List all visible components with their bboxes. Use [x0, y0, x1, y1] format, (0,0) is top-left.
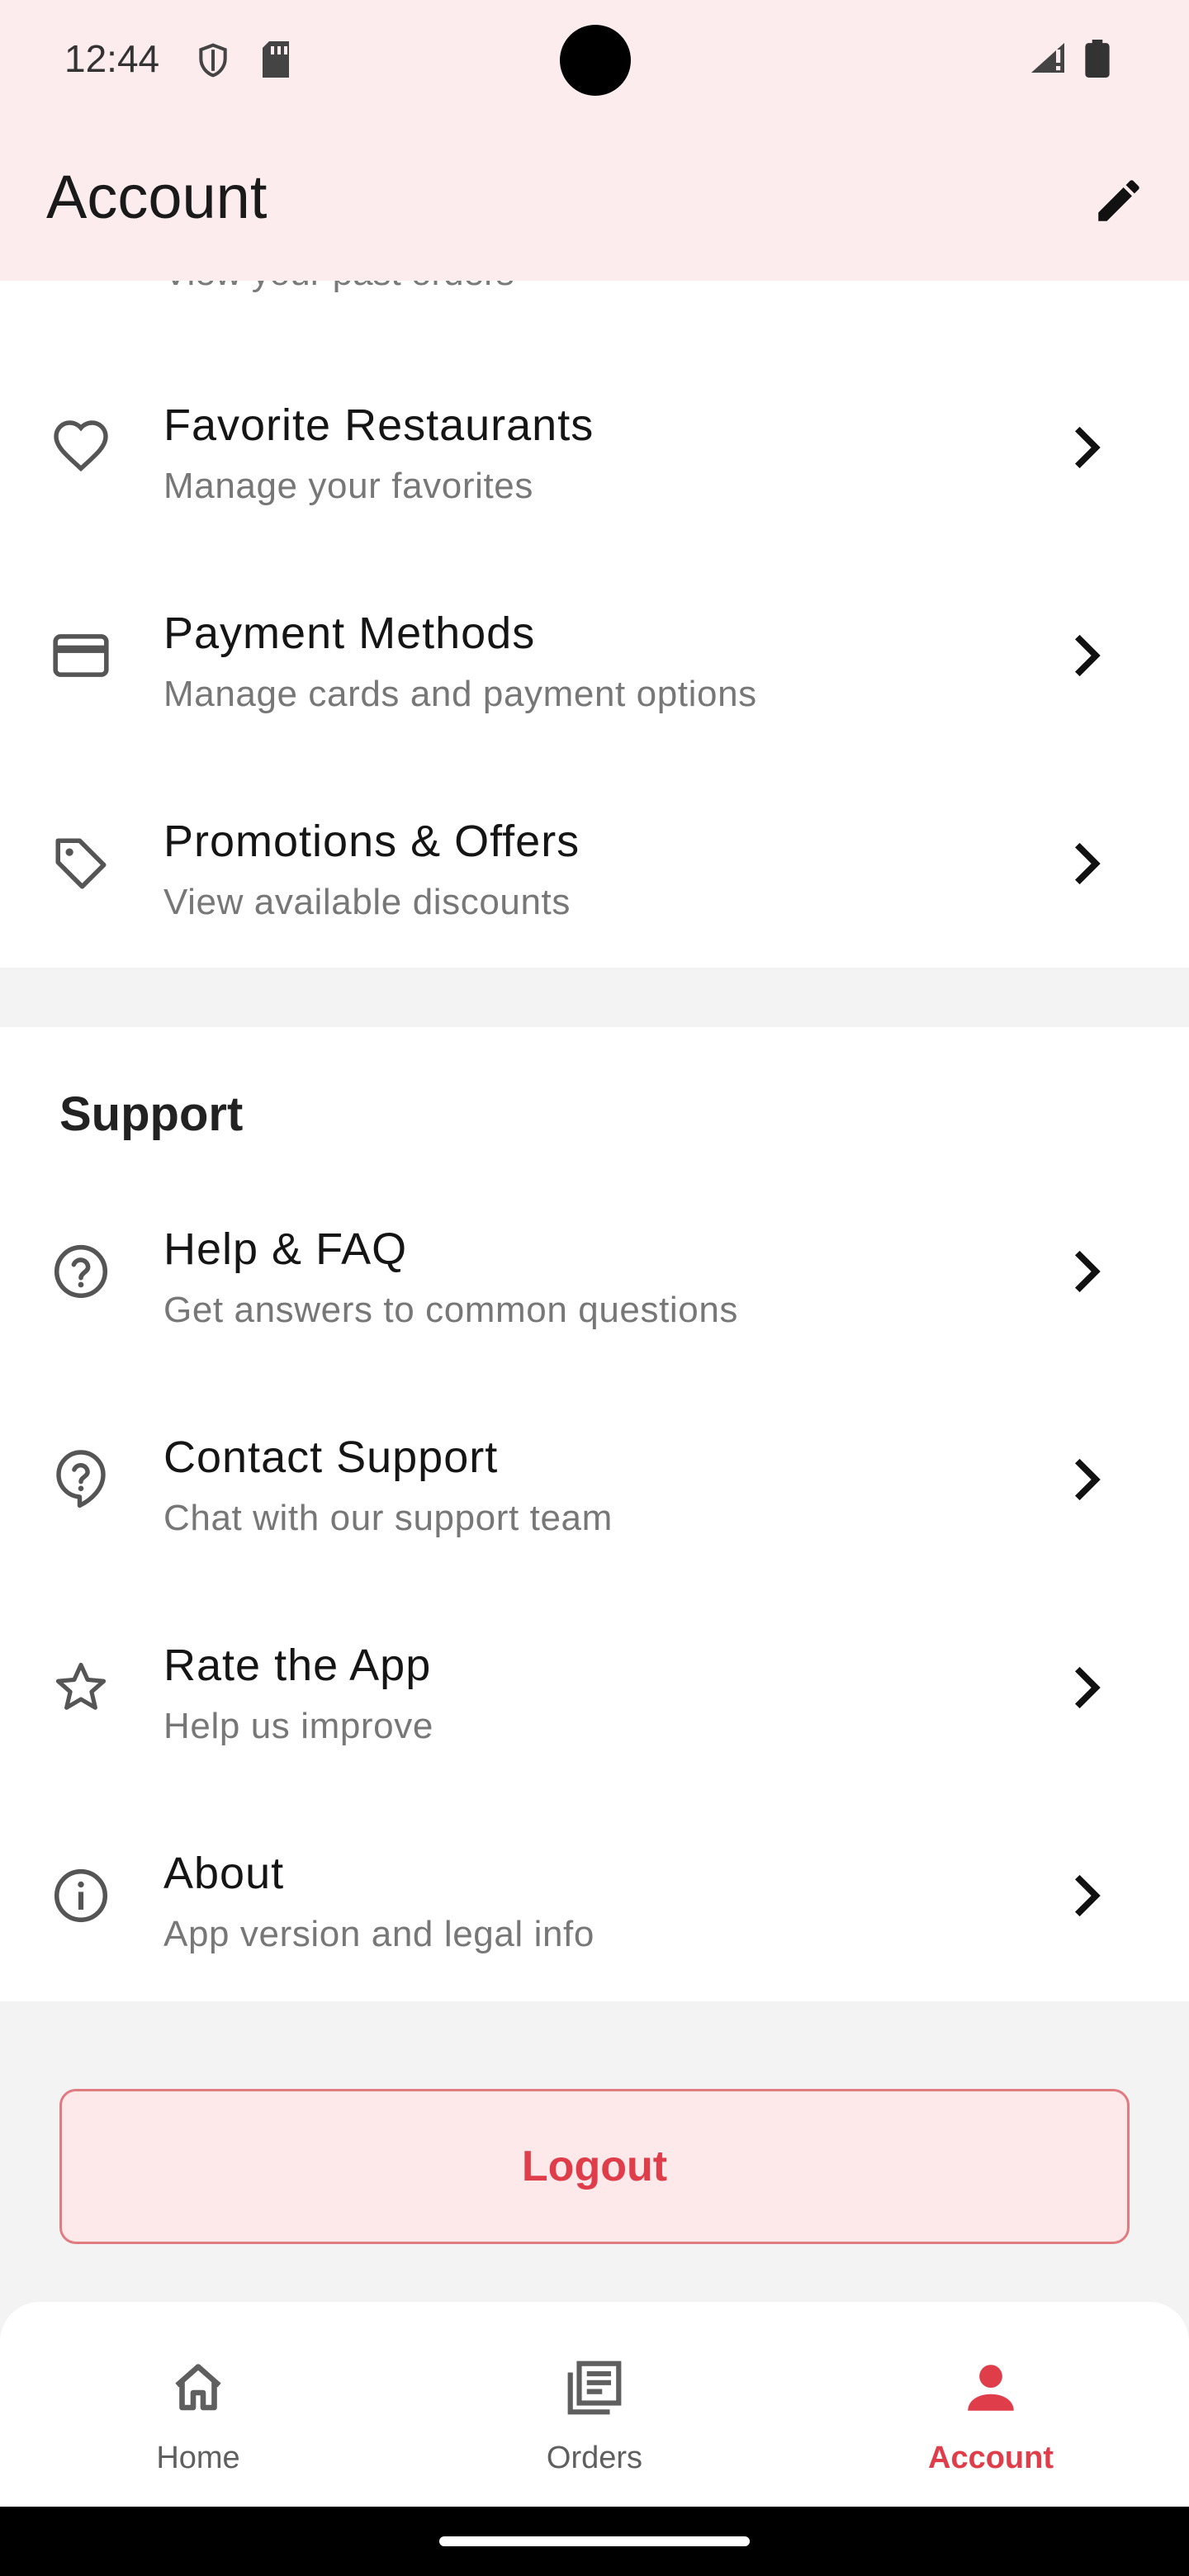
- account-section: View your past orders Favorite Restauran…: [0, 281, 1189, 968]
- account-content[interactable]: View your past orders Favorite Restauran…: [0, 281, 1189, 2304]
- shield-icon: [195, 40, 231, 85]
- heart-icon: [48, 414, 114, 481]
- partial-item-subtitle: View your past orders: [163, 281, 514, 294]
- bottom-navigation: Home Orders Account: [0, 2302, 1189, 2507]
- home-icon: [157, 2346, 239, 2429]
- page-title: Account: [46, 163, 268, 231]
- nav-orders[interactable]: Orders: [471, 2302, 718, 2507]
- pencil-icon: [1092, 173, 1146, 232]
- item-title: Promotions & Offers: [163, 817, 580, 866]
- list-item-rate-app[interactable]: Rate the App Help us improve: [0, 1585, 1189, 1793]
- help-circle-icon: [48, 1238, 114, 1305]
- item-subtitle: Chat with our support team: [163, 1498, 613, 1538]
- item-title: Contact Support: [163, 1432, 499, 1482]
- star-icon: [48, 1655, 114, 1721]
- item-title: Help & FAQ: [163, 1224, 408, 1274]
- orders-icon: [553, 2346, 636, 2429]
- item-title: Payment Methods: [163, 608, 536, 658]
- logout-button[interactable]: Logout: [59, 2089, 1130, 2244]
- top-area: 12:44 Account: [0, 0, 1189, 281]
- nav-label: Account: [928, 2441, 1054, 2475]
- sd-card-icon: [259, 40, 292, 83]
- status-time: 12:44: [64, 37, 160, 80]
- gesture-bar: [0, 2507, 1189, 2576]
- signal-icon: [1027, 40, 1068, 80]
- list-item-payment-methods[interactable]: Payment Methods Manage cards and payment…: [0, 553, 1189, 761]
- chevron-right-icon: [1065, 1453, 1108, 1506]
- person-icon: [950, 2346, 1032, 2429]
- edit-profile-button[interactable]: [1082, 165, 1156, 239]
- chevron-right-icon: [1065, 629, 1108, 682]
- item-title: Rate the App: [163, 1641, 432, 1690]
- list-item-about[interactable]: About App version and legal info: [0, 1793, 1189, 2001]
- camera-cutout: [560, 25, 631, 96]
- home-handle[interactable]: [439, 2536, 750, 2546]
- status-bar: 12:44: [0, 0, 1189, 124]
- list-item-help-faq[interactable]: Help & FAQ Get answers to common questio…: [0, 1169, 1189, 1377]
- nav-label: Home: [156, 2441, 240, 2475]
- item-title: About: [163, 1849, 285, 1898]
- section-heading: Support: [59, 1087, 244, 1141]
- item-subtitle: Help us improve: [163, 1706, 433, 1746]
- list-item-favorite-restaurants[interactable]: Favorite Restaurants Manage your favorit…: [0, 345, 1189, 553]
- chevron-right-icon: [1065, 421, 1108, 474]
- support-section: Support Help & FAQ Get answers to common…: [0, 1027, 1189, 2001]
- chevron-right-icon: [1065, 1245, 1108, 1298]
- item-subtitle: Get answers to common questions: [163, 1290, 739, 1330]
- item-subtitle: Manage cards and payment options: [163, 674, 757, 714]
- chevron-right-icon: [1065, 1869, 1108, 1922]
- nav-account[interactable]: Account: [867, 2302, 1115, 2507]
- support-bubble-icon: [48, 1447, 114, 1513]
- item-subtitle: App version and legal info: [163, 1914, 594, 1954]
- battery-icon: [1085, 40, 1110, 82]
- chevron-right-icon: [1065, 1661, 1108, 1714]
- list-item-contact-support[interactable]: Contact Support Chat with our support te…: [0, 1377, 1189, 1585]
- credit-card-icon: [48, 623, 114, 689]
- chevron-right-icon: [1065, 837, 1108, 890]
- list-item-promotions-offers[interactable]: Promotions & Offers View available disco…: [0, 761, 1189, 969]
- info-icon: [48, 1863, 114, 1929]
- item-title: Favorite Restaurants: [163, 400, 594, 450]
- item-subtitle: View available discounts: [163, 882, 571, 922]
- tag-icon: [48, 831, 114, 897]
- nav-label: Orders: [546, 2441, 643, 2475]
- nav-home[interactable]: Home: [74, 2302, 322, 2507]
- item-subtitle: Manage your favorites: [163, 466, 533, 506]
